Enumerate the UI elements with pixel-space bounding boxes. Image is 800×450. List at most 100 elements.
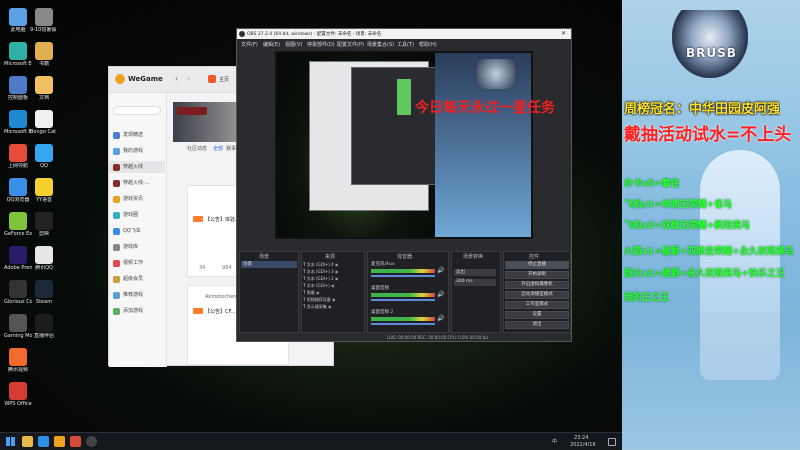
post2-title[interactable]: 【公告】CF... [205, 308, 235, 315]
app-icon [9, 8, 27, 26]
taskbar-browser-icon[interactable] [70, 436, 81, 447]
forward-arrow-icon[interactable]: › [187, 74, 190, 83]
wegame-sidebar-item[interactable]: 穿越火线 [109, 161, 165, 173]
taskbar-lang[interactable]: 中 [552, 439, 557, 445]
desktop-shortcut[interactable]: 直播伴侣 [30, 314, 58, 339]
source-label: 文本 (GDI+) 3 [306, 269, 334, 274]
tab-home[interactable]: 主页 [219, 76, 229, 83]
obs-menu-item[interactable]: 帮助(H) [419, 41, 437, 48]
wegame-search-input[interactable] [113, 106, 161, 115]
source-item[interactable]: T 图像 ◉ [303, 290, 363, 296]
desktop-shortcut[interactable]: Microsoft Edge [4, 42, 32, 67]
sidebar-item-label: 穿越火线 [123, 164, 144, 170]
desktop-shortcut[interactable]: QQ浏览器 [4, 178, 32, 203]
obs-window[interactable]: OBS 27.2.4 (64 bit, windows) - 配置文件: 未命名… [236, 28, 572, 342]
wegame-sidebar-item[interactable]: QQ飞车 [109, 225, 165, 237]
scene-item[interactable]: 场景 [241, 261, 297, 268]
obs-menu-item[interactable]: 工具(T) [397, 41, 414, 48]
window-close-icon[interactable]: ✕ [561, 30, 566, 37]
source-item[interactable]: T 文本 (GDI+) 4 ◉ [303, 262, 363, 268]
control-button[interactable]: 开启虚拟摄像机 [505, 281, 569, 289]
taskbar-obs-icon[interactable] [86, 436, 97, 447]
desktop-shortcut[interactable]: Bongo Cat Mver [30, 110, 58, 135]
visibility-eye-icon[interactable]: ◉ [334, 276, 339, 281]
source-item[interactable]: T 视频捕获设备 ◉ [303, 297, 363, 303]
visibility-eye-icon[interactable]: ◉ [331, 297, 336, 302]
desktop-shortcut[interactable]: 控制面板 [4, 76, 32, 101]
desktop-shortcut[interactable]: Adobe Premie... [4, 246, 32, 271]
control-button[interactable]: 停止直播 [505, 261, 569, 269]
desktop-shortcut[interactable]: 此电脑 [4, 8, 32, 33]
wegame-sidebar-item[interactable]: 添加游戏 [109, 305, 165, 317]
obs-menu-item[interactable]: 停靠部件(D) [307, 41, 335, 48]
wegame-sidebar-item[interactable]: 游戏库 [109, 241, 165, 253]
desktop-shortcut[interactable]: 文档 [30, 76, 58, 101]
source-item[interactable]: T 文本 (GDI+) 3 ◉ [303, 269, 363, 275]
wegame-sidebar-item[interactable]: 游戏圈 [109, 209, 165, 221]
control-button[interactable]: 工作室模式 [505, 301, 569, 309]
post-title[interactable]: 【公告】体验... [205, 216, 240, 223]
visibility-eye-icon[interactable]: ◉ [327, 304, 332, 309]
taskbar-date[interactable]: 2022/4/16 [570, 442, 596, 448]
taskbar-edge-icon[interactable] [38, 436, 49, 447]
visibility-eye-icon[interactable]: ◉ [334, 269, 339, 274]
desktop-shortcut-label: 腾讯视频 [7, 367, 28, 373]
tab-all[interactable]: 全部 [213, 145, 223, 152]
obs-menu-item[interactable]: 视图(V) [285, 41, 302, 48]
overlay-text-line: 戴抽活动试水=不上头 [624, 125, 792, 145]
app-icon [9, 314, 27, 332]
desktop-shortcut[interactable]: Steam [30, 280, 58, 305]
speaker-icon[interactable]: 🔊 [437, 291, 444, 298]
desktop-shortcut[interactable]: Glorious Core [4, 280, 32, 305]
control-button[interactable]: 启动演播室模式 [505, 291, 569, 299]
mixer-volume-slider[interactable] [371, 275, 435, 277]
taskbar-time[interactable]: 23:24 [574, 435, 588, 441]
control-button[interactable]: 退出 [505, 321, 569, 329]
desktop-shortcut[interactable]: 书籍 [30, 42, 58, 67]
wegame-sidebar-item[interactable]: 超级会员 [109, 273, 165, 285]
source-item[interactable]: T 显示器采集 ◉ [303, 304, 363, 310]
obs-menu-item[interactable]: 场景集合(S) [367, 41, 394, 48]
wegame-sidebar-item[interactable]: 推荐游戏 [109, 289, 165, 301]
source-item[interactable]: T 文本 (GDI+) 2 ◉ [303, 276, 363, 282]
wegame-sidebar-item[interactable]: 视频工作 [109, 257, 165, 269]
control-button[interactable]: 设置 [505, 311, 569, 319]
start-windows-icon[interactable] [6, 437, 15, 446]
desktop-shortcut[interactable]: Microsoft Edge [4, 110, 32, 135]
sidebar-item-icon [113, 164, 120, 171]
desktop-shortcut[interactable]: WPS Office [4, 382, 32, 407]
desktop-shortcut[interactable]: YY语音 [30, 178, 58, 203]
desktop-shortcut[interactable]: 腾讯视频 [4, 348, 32, 373]
mixer-volume-slider[interactable] [371, 299, 435, 301]
visibility-eye-icon[interactable]: ◉ [330, 283, 335, 288]
desktop-shortcut[interactable]: Gaming Mouse [4, 314, 32, 339]
visibility-eye-icon[interactable]: ◉ [334, 262, 339, 267]
desktop-shortcut[interactable]: 9-10班暑假 练习(4)2.0... [30, 8, 58, 33]
control-button[interactable]: 开始录制 [505, 271, 569, 279]
notification-icon[interactable] [608, 438, 616, 446]
tab-events[interactable]: 赛事 [226, 145, 236, 152]
desktop-shortcut[interactable]: 腾讯QQ [30, 246, 58, 271]
source-item[interactable]: T 文本 (GDI+) ◉ [303, 283, 363, 289]
obs-menu-item[interactable]: 文件(F) [241, 41, 258, 48]
desktop-shortcut[interactable]: 剪映 [30, 212, 58, 237]
obs-menu-item[interactable]: 配置文件(P) [337, 41, 364, 48]
transition-duration[interactable]: 300 ms [454, 279, 496, 286]
taskbar-wegame-icon[interactable] [54, 436, 65, 447]
wegame-sidebar-item[interactable]: 穿越火线-... [109, 177, 165, 189]
desktop-shortcut[interactable]: QQ [30, 144, 58, 169]
mixer-volume-slider[interactable] [371, 323, 435, 325]
taskbar-explorer-icon[interactable] [22, 436, 33, 447]
obs-menu-item[interactable]: 编辑(E) [263, 41, 280, 48]
wegame-sidebar-item[interactable]: 发现精选 [109, 129, 165, 141]
desktop-shortcut[interactable]: 上网导航 [4, 144, 32, 169]
transition-select[interactable]: 淡出 [454, 269, 496, 276]
wegame-sidebar-item[interactable]: 游戏资讯 [109, 193, 165, 205]
speaker-icon[interactable]: 🔊 [437, 267, 444, 274]
desktop-shortcut[interactable]: GeForce Experience [4, 212, 32, 237]
visibility-eye-icon[interactable]: ◉ [315, 290, 320, 295]
tab-community[interactable]: 社区动态 [187, 145, 207, 152]
back-arrow-icon[interactable]: ‹ [175, 74, 178, 83]
wegame-sidebar-item[interactable]: 我的游戏 [109, 145, 165, 157]
speaker-icon[interactable]: 🔊 [437, 315, 444, 322]
